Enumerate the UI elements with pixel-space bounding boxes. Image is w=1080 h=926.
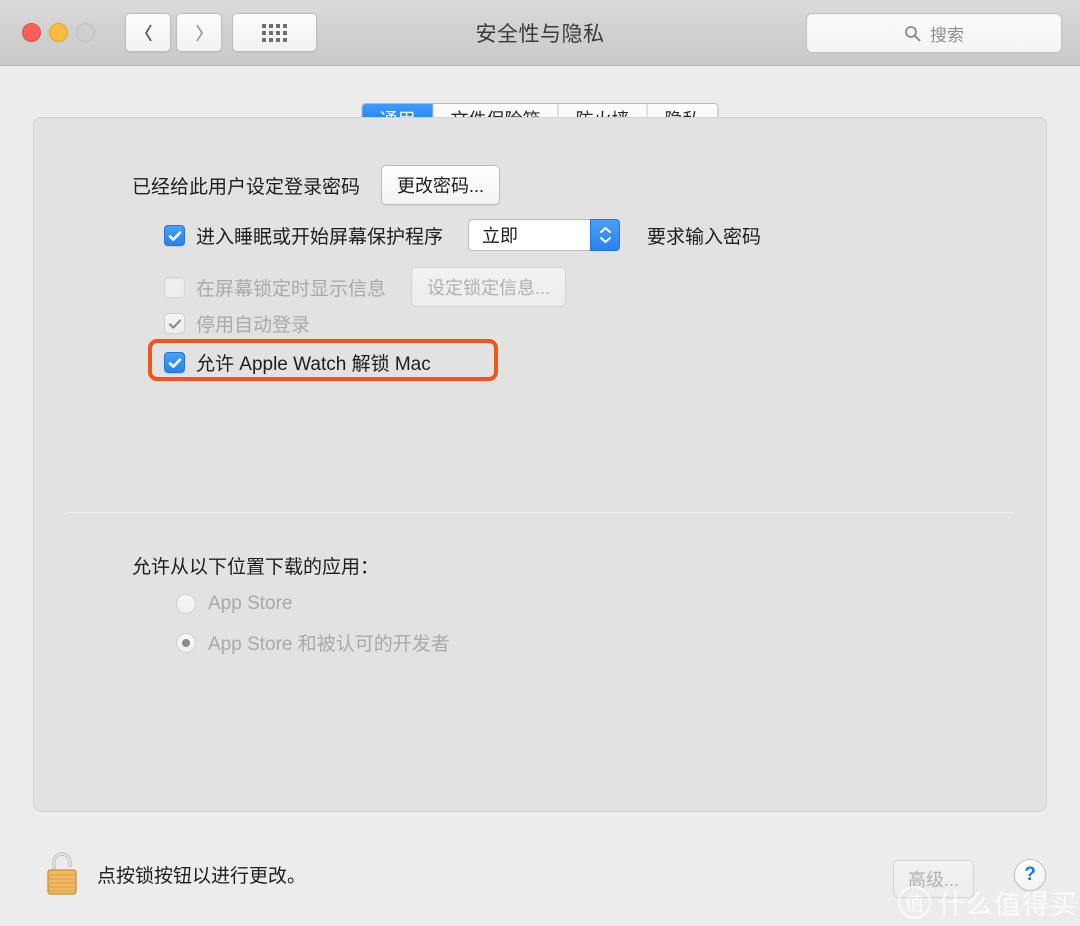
apple-watch-unlock-label: 允许 Apple Watch 解锁 Mac <box>196 354 431 375</box>
lock-message-checkbox <box>164 276 185 298</box>
radio-app-store <box>176 594 196 614</box>
section-divider <box>68 512 1014 513</box>
chevron-up-icon <box>599 227 611 233</box>
help-button[interactable]: ? <box>1014 859 1046 891</box>
radio-app-store-identified-developers <box>176 632 196 653</box>
search-placeholder: 搜索 <box>930 25 964 45</box>
require-password-row: 进入睡眠或开始屏幕保护程序 立即 要求输入密码 <box>164 219 761 251</box>
lock-open-icon[interactable] <box>44 849 80 897</box>
lock-hint-text: 点按锁按钮以进行更改。 <box>97 866 307 887</box>
download-section-title: 允许从以下位置下载的应用： <box>132 557 380 578</box>
disable-auto-login-row: 停用自动登录 <box>164 310 310 337</box>
set-lock-message-button: 设定锁定信息... <box>411 267 567 307</box>
radio-app-store-identified-developers-label: App Store 和被认可的开发者 <box>208 634 450 655</box>
password-status-label: 已经给此用户设定登录密码 <box>132 176 361 198</box>
password-status-row: 已经给此用户设定登录密码 更改密码... <box>132 165 501 205</box>
checkmark-icon <box>168 230 182 241</box>
preferences-panel: 已经给此用户设定登录密码 更改密码... 进入睡眠或开始屏幕保护程序 立即 要求… <box>33 117 1047 812</box>
checkmark-icon <box>168 319 182 329</box>
advanced-button: 高级... <box>893 860 975 898</box>
download-appstore-identified-row: App Store 和被认可的开发者 <box>176 629 450 656</box>
search-icon <box>905 25 921 41</box>
download-appstore-row: App Store <box>176 593 293 615</box>
change-password-button[interactable]: 更改密码... <box>381 165 501 205</box>
chevron-down-icon <box>599 237 611 243</box>
radio-app-store-label: App Store <box>208 593 293 614</box>
password-delay-stepper[interactable] <box>590 219 621 251</box>
require-password-label: 进入睡眠或开始屏幕保护程序 <box>196 226 444 248</box>
search-field[interactable]: 搜索 <box>806 13 1062 53</box>
password-delay-value: 立即 <box>468 219 591 251</box>
window-titlebar: 安全性与隐私 搜索 <box>0 0 1080 66</box>
disable-auto-login-checkbox <box>164 313 185 334</box>
disable-auto-login-label: 停用自动登录 <box>196 315 311 336</box>
lock-message-row: 在屏幕锁定时显示信息 设定锁定信息... <box>164 267 567 307</box>
lock-message-label: 在屏幕锁定时显示信息 <box>196 278 387 300</box>
apple-watch-unlock-row: 允许 Apple Watch 解锁 Mac <box>164 349 431 376</box>
apple-watch-unlock-checkbox[interactable] <box>164 352 185 373</box>
require-password-suffix: 要求输入密码 <box>647 226 762 248</box>
require-password-checkbox[interactable] <box>164 224 185 246</box>
password-delay-select[interactable]: 立即 <box>468 219 621 251</box>
checkmark-icon <box>168 358 182 368</box>
